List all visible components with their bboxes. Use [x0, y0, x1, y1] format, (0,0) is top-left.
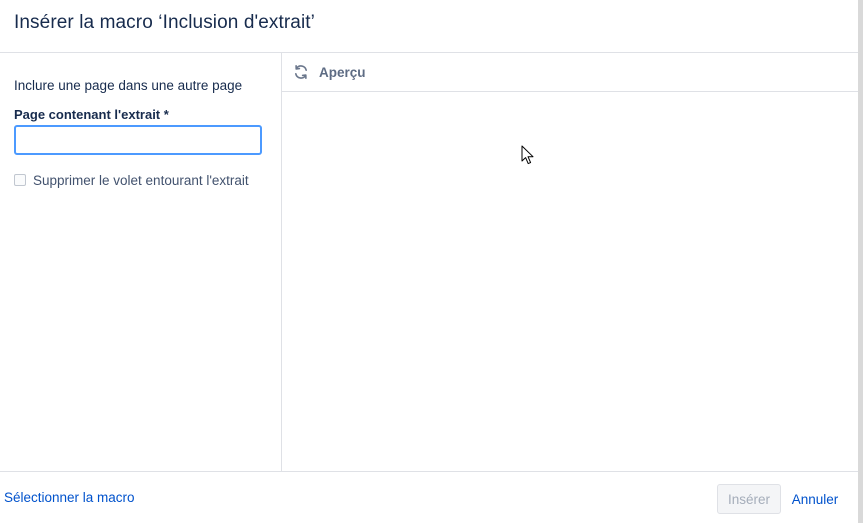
suppress-panel-checkbox[interactable] — [14, 174, 26, 186]
suppress-panel-option[interactable]: Supprimer le volet entourant l'extrait — [14, 172, 249, 188]
macro-description: Inclure une page dans une autre page — [14, 78, 243, 93]
cancel-button[interactable]: Annuler — [786, 484, 844, 514]
mouse-cursor-icon — [521, 145, 534, 165]
refresh-icon[interactable] — [293, 64, 309, 80]
suppress-panel-label[interactable]: Supprimer le volet entourant l'extrait — [33, 173, 249, 188]
dialog-header: Insérer la macro ‘Inclusion d'extrait’ — [0, 0, 858, 53]
insert-macro-dialog: Insérer la macro ‘Inclusion d'extrait’ I… — [0, 0, 858, 523]
dialog-title: Insérer la macro ‘Inclusion d'extrait’ — [14, 12, 315, 33]
page-field-label: Page contenant l'extrait * — [14, 107, 169, 122]
preview-panel: Aperçu — [282, 53, 858, 471]
preview-header: Aperçu — [282, 53, 858, 92]
page-input[interactable] — [14, 125, 262, 155]
dialog-footer: Sélectionner la macro Insérer Annuler — [0, 471, 858, 523]
background-page-edge — [858, 0, 863, 523]
preview-area — [282, 92, 858, 471]
insert-button[interactable]: Insérer — [717, 484, 781, 514]
preview-title: Aperçu — [319, 65, 366, 80]
select-macro-link[interactable]: Sélectionner la macro — [4, 490, 135, 505]
macro-parameters-panel: Inclure une page dans une autre page Pag… — [0, 53, 282, 471]
